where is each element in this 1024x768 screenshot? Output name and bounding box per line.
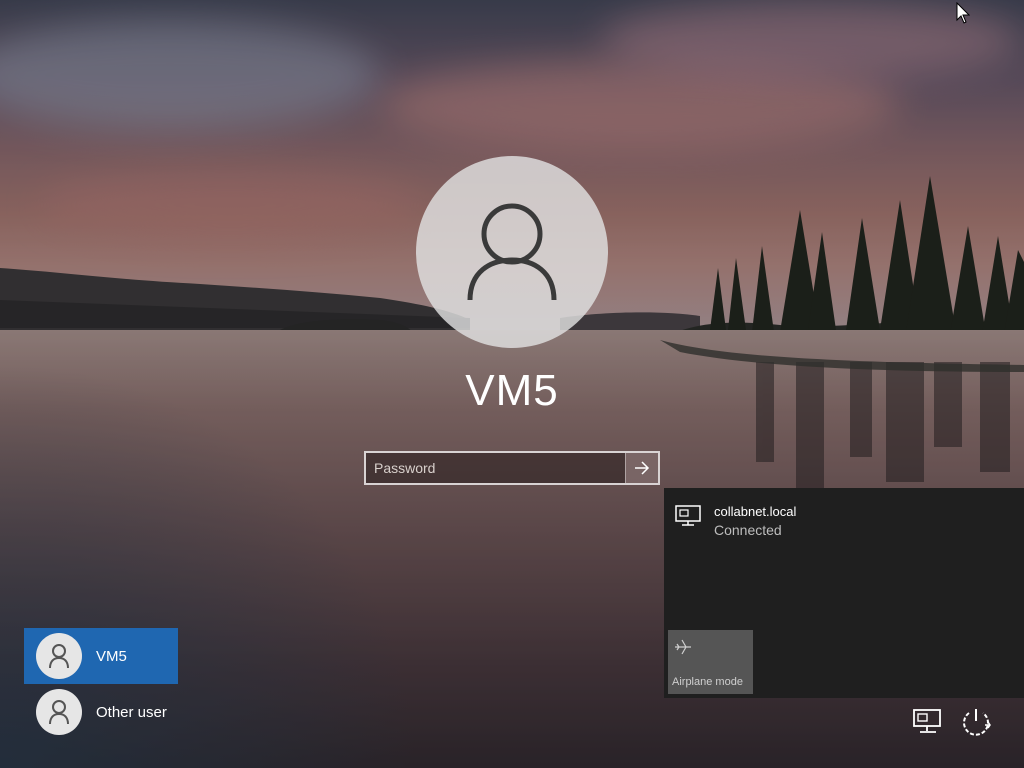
user-list-item-other-user[interactable]: Other user bbox=[24, 684, 178, 740]
avatar bbox=[36, 689, 82, 735]
network-icon bbox=[913, 709, 941, 733]
network-item[interactable]: collabnet.local Connected bbox=[674, 504, 796, 538]
user-icon bbox=[467, 203, 557, 301]
mouse-cursor-icon bbox=[956, 2, 970, 24]
network-flyout: collabnet.local Connected Airplane mode bbox=[664, 488, 1024, 698]
network-button[interactable] bbox=[910, 704, 946, 740]
ethernet-icon bbox=[675, 505, 701, 526]
user-icon bbox=[49, 644, 69, 669]
username-title: VM5 bbox=[465, 366, 559, 415]
password-box bbox=[364, 451, 660, 485]
power-button[interactable] bbox=[958, 704, 994, 740]
password-input[interactable] bbox=[366, 453, 625, 483]
user-icon bbox=[49, 700, 69, 725]
airplane-mode-toggle[interactable]: Airplane mode bbox=[668, 630, 753, 694]
airplane-icon bbox=[675, 639, 691, 655]
network-name: collabnet.local bbox=[714, 504, 797, 519]
arrow-right-icon bbox=[635, 461, 650, 475]
user-list-label: Other user bbox=[96, 703, 167, 721]
user-avatar-large bbox=[416, 156, 608, 348]
user-list-label: VM5 bbox=[96, 647, 127, 665]
user-list-item-vm5[interactable]: VM5 bbox=[24, 628, 178, 684]
submit-button[interactable] bbox=[625, 453, 658, 483]
network-status: Connected bbox=[714, 522, 782, 538]
avatar bbox=[36, 633, 82, 679]
airplane-mode-label: Airplane mode bbox=[672, 676, 743, 688]
power-icon bbox=[963, 709, 991, 736]
